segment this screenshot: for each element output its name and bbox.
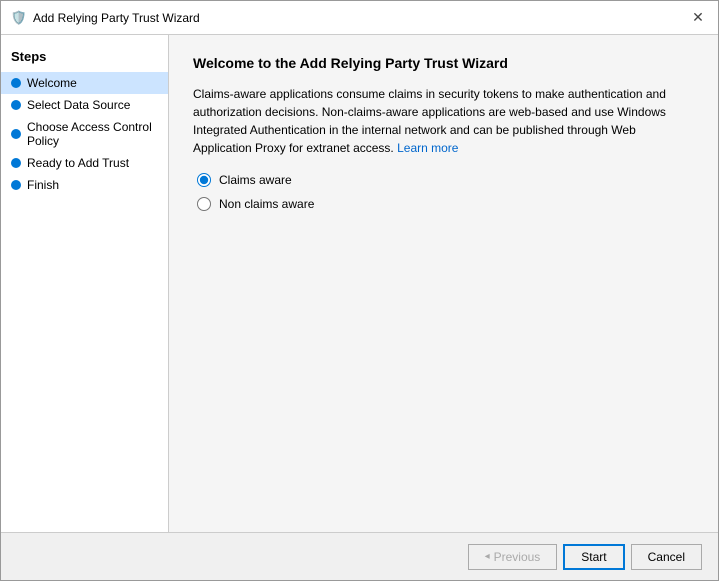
sidebar-label-welcome: Welcome [27, 76, 77, 90]
sidebar-label-ready-to-add-trust: Ready to Add Trust [27, 156, 129, 170]
sidebar-item-welcome[interactable]: Welcome [1, 72, 168, 94]
content-area: Steps Welcome Select Data Source Choose … [1, 35, 718, 532]
dot-icon-finish [11, 180, 21, 190]
footer: ◂ Previous Start Cancel [1, 532, 718, 580]
radio-item-claims-aware[interactable]: Claims aware [197, 173, 694, 187]
sidebar-label-finish: Finish [27, 178, 59, 192]
dot-icon-welcome [11, 78, 21, 88]
radio-label-claims-aware: Claims aware [219, 173, 292, 187]
description: Claims-aware applications consume claims… [193, 85, 694, 157]
start-button[interactable]: Start [563, 544, 624, 570]
learn-more-link[interactable]: Learn more [397, 141, 458, 155]
radio-group: Claims aware Non claims aware [193, 173, 694, 211]
sidebar-label-select-data-source: Select Data Source [27, 98, 130, 112]
sidebar-item-ready-to-add-trust[interactable]: Ready to Add Trust [1, 152, 168, 174]
previous-label: Previous [494, 550, 541, 564]
previous-button[interactable]: ◂ Previous [468, 544, 558, 570]
main-panel: Welcome to the Add Relying Party Trust W… [169, 35, 718, 532]
sidebar-item-choose-access-control[interactable]: Choose Access Control Policy [1, 116, 168, 152]
dialog-window: 🛡️ Add Relying Party Trust Wizard ✕ Step… [0, 0, 719, 581]
sidebar-item-select-data-source[interactable]: Select Data Source [1, 94, 168, 116]
close-button[interactable]: ✕ [688, 8, 708, 28]
cancel-label: Cancel [648, 550, 685, 564]
title-bar: 🛡️ Add Relying Party Trust Wizard ✕ [1, 1, 718, 35]
title-bar-title: Add Relying Party Trust Wizard [33, 11, 200, 25]
radio-claims-aware[interactable] [197, 173, 211, 187]
sidebar: Steps Welcome Select Data Source Choose … [1, 35, 169, 532]
title-bar-left: 🛡️ Add Relying Party Trust Wizard [11, 10, 200, 26]
main-title: Welcome to the Add Relying Party Trust W… [193, 55, 694, 71]
start-label: Start [581, 550, 606, 564]
sidebar-label-choose-access-control: Choose Access Control Policy [27, 120, 158, 148]
radio-item-non-claims-aware[interactable]: Non claims aware [197, 197, 694, 211]
sidebar-heading: Steps [1, 45, 168, 72]
chevron-left-icon: ◂ [485, 551, 490, 562]
dot-icon-choose-access-control [11, 129, 21, 139]
radio-non-claims-aware[interactable] [197, 197, 211, 211]
sidebar-item-finish[interactable]: Finish [1, 174, 168, 196]
dot-icon-select-data-source [11, 100, 21, 110]
wizard-icon: 🛡️ [11, 10, 27, 26]
radio-label-non-claims-aware: Non claims aware [219, 197, 314, 211]
dot-icon-ready-to-add-trust [11, 158, 21, 168]
cancel-button[interactable]: Cancel [631, 544, 702, 570]
